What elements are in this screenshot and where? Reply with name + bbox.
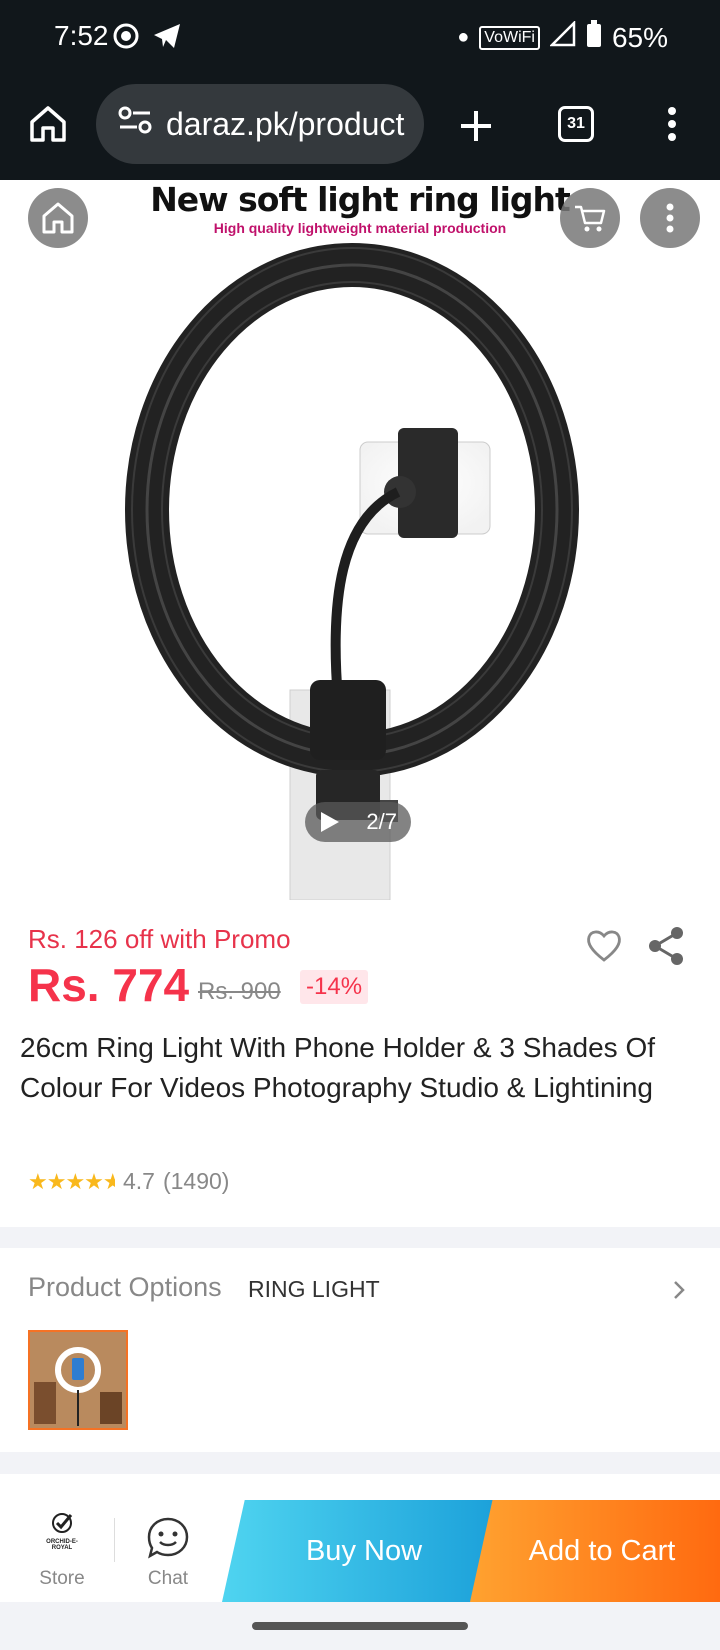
add-to-cart-button[interactable]: Add to Cart	[470, 1500, 720, 1602]
bottom-action-bar: ORCHID-E-ROYAL Store Chat Buy Now Add to…	[0, 1474, 720, 1602]
store-button[interactable]: ORCHID-E-ROYAL Store	[12, 1474, 112, 1602]
battery-icon	[586, 20, 602, 55]
discount-badge: -14%	[300, 970, 369, 1004]
store-logo-text: ORCHID-E-ROYAL	[46, 1539, 78, 1551]
store-logo: ORCHID-E-ROYAL	[36, 1512, 88, 1551]
divider	[114, 1518, 115, 1562]
ring-light-image	[125, 243, 579, 900]
share-icon[interactable]	[644, 924, 688, 968]
rating-value: 4.7	[122, 1168, 155, 1194]
option-thumbnail[interactable]	[28, 1330, 128, 1430]
buy-now-button[interactable]: Buy Now	[222, 1500, 506, 1602]
options-value: RING LIGHT	[248, 1276, 380, 1302]
rating-row[interactable]: ★★★★★ 4.7 (1490)	[28, 1168, 229, 1195]
product-info: Rs. 126 off with Promo Rs. 774 Rs. 900 -…	[0, 900, 720, 1227]
vowifi-badge: VoWiFi	[479, 25, 540, 50]
promo-text[interactable]: Rs. 126 off with Promo	[28, 924, 291, 955]
options-label: Product Options	[28, 1272, 222, 1302]
signal-icon	[548, 19, 576, 54]
cart-shortcut-button[interactable]	[560, 188, 620, 248]
chat-icon	[146, 1516, 190, 1565]
dot-icon: ●	[457, 26, 470, 48]
url-text[interactable]: daraz.pk/product	[166, 106, 404, 143]
chat-label: Chat	[147, 1568, 189, 1589]
status-bar: 7:52 ● VoWiFi 65%	[0, 0, 720, 72]
gesture-area	[0, 1602, 720, 1650]
home-shortcut-button[interactable]	[28, 188, 88, 248]
browser-toolbar: daraz.pk/product 31	[0, 72, 720, 180]
telegram-icon	[152, 22, 182, 55]
home-icon[interactable]	[24, 98, 72, 150]
current-price: Rs. 774	[28, 959, 190, 1011]
chevron-right-icon[interactable]	[664, 1272, 694, 1308]
gesture-handle[interactable]	[252, 1622, 468, 1630]
rating-count: (1490)	[162, 1168, 230, 1194]
more-menu-icon[interactable]	[652, 98, 692, 150]
product-title: 26cm Ring Light With Phone Holder & 3 Sh…	[20, 1032, 656, 1103]
new-tab-icon[interactable]	[452, 102, 500, 150]
image-counter: 2/7	[305, 802, 411, 842]
play-icon[interactable]	[317, 810, 341, 840]
battery-percent: 65%	[611, 21, 668, 53]
product-options[interactable]: Product Options RING LIGHT	[0, 1248, 720, 1452]
status-right: ● VoWiFi 65%	[457, 19, 668, 55]
star-rating-icon: ★★★★★	[28, 1168, 115, 1194]
status-time: 7:52	[54, 20, 109, 51]
store-label: Store	[39, 1568, 85, 1589]
product-image-carousel[interactable]: New soft light ring light High quality l…	[0, 180, 720, 900]
image-counter-text: 2/7	[366, 809, 397, 834]
url-bar[interactable]: daraz.pk/product	[96, 84, 424, 164]
image-more-button[interactable]	[640, 188, 700, 248]
site-settings-icon[interactable]	[118, 105, 152, 143]
record-icon	[112, 22, 140, 55]
chat-button[interactable]: Chat	[118, 1474, 218, 1602]
tab-switcher-button[interactable]: 31	[558, 106, 594, 142]
original-price: Rs. 900	[198, 978, 281, 1005]
wishlist-heart-icon[interactable]	[582, 924, 626, 968]
